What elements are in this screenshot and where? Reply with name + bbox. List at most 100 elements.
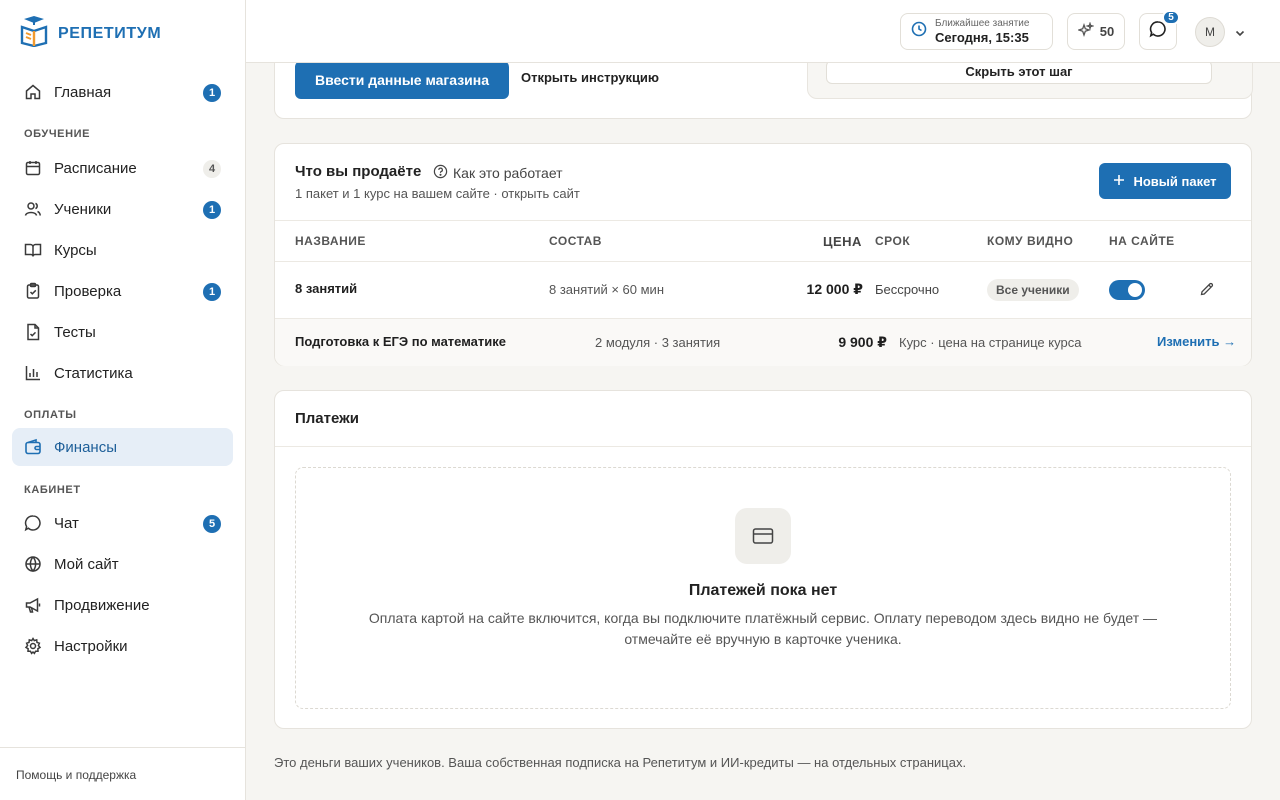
brand-name: РЕПЕТИТУМ [58,24,162,42]
sidebar-item-label: Ученики [54,200,112,218]
sidebar-item-home[interactable]: Главная 1 [12,73,233,111]
section-label: ОПЛАТЫ [24,409,77,421]
sidebar-item-students[interactable]: Ученики 1 [12,190,233,228]
chat-unread-badge: 5 [1162,10,1180,25]
footnote: Это деньги ваших учеников. Ваша собствен… [274,755,967,770]
toggle-knob [1128,283,1142,297]
package-content: 8 занятий × 60 мин [549,282,664,297]
course-content: 2 модуля · 3 занятия [595,335,721,350]
sidebar: РЕПЕТИТУМ Главная 1 ОБУЧЕНИЕ Расписание … [0,0,246,800]
sidebar-item-label: Статистика [54,364,133,382]
next-lesson-time: Сегодня, 15:35 [935,29,1029,45]
count-badge: 1 [203,201,221,219]
products-card: Что вы продаёте Как это работает 1 пакет… [274,143,1252,366]
book-icon [24,241,42,259]
package-name: 8 занятий [295,281,358,296]
sidebar-item-label: Расписание [54,159,137,177]
count-badge: 5 [203,515,221,533]
divider [275,220,1251,221]
sidebar-item-courses[interactable]: Курсы [12,231,233,269]
sparkles-icon [1076,21,1095,41]
sidebar-item-label: Настройки [54,637,128,655]
bar-chart-icon [24,364,42,382]
chevron-down-icon[interactable] [1234,26,1246,44]
sidebar-item-tests[interactable]: Тесты [12,313,233,351]
sidebar-item-settings[interactable]: Настройки [12,627,233,665]
megaphone-icon [24,596,42,614]
clipboard-check-icon [24,282,42,300]
sidebar-item-promotion[interactable]: Продвижение [12,586,233,624]
edit-course-link[interactable]: Изменить → [1157,334,1236,349]
sidebar-item-chat[interactable]: Чат 5 [12,504,233,542]
next-lesson-widget[interactable]: Ближайшее занятие Сегодня, 15:35 [900,13,1053,50]
course-price: 9 900 ₽ [838,334,887,350]
chat-icon [24,514,42,532]
package-price: 12 000 ₽ [806,281,863,297]
sidebar-item-label: Тесты [54,323,96,341]
calendar-icon [24,159,42,177]
credits-count: 50 [1099,24,1115,39]
plus-icon [1113,174,1125,189]
products-subtitle: 1 пакет и 1 курс на вашем сайте · открыт… [295,186,580,201]
sidebar-item-label: Курсы [54,241,97,259]
enter-store-data-button[interactable]: Ввести данные магазина [295,61,509,99]
table-row[interactable]: Подготовка к ЕГЭ по математике 2 модуля … [275,319,1251,366]
column-header-term: СРОК [875,234,911,248]
column-header-content: СОСТАВ [549,234,602,248]
empty-state-text: Оплата картой на сайте включится, когда … [368,610,1158,647]
empty-state-title: Платежей пока нет [688,582,838,599]
topbar: Ближайшее занятие Сегодня, 15:35 50 5 М [246,0,1280,63]
users-icon [24,200,42,218]
next-lesson-label: Ближайшее занятие [935,17,1030,29]
globe-icon [24,555,42,573]
help-circle-icon [433,164,448,182]
divider [275,446,1251,447]
column-header-on-site: НА САЙТЕ [1109,234,1175,248]
sidebar-item-label: Продвижение [54,596,150,614]
payments-title: Платежи [295,410,359,427]
new-package-label: Новый пакет [1133,173,1217,189]
how-it-works-link[interactable]: Как это работает [433,164,563,182]
divider [275,261,1251,262]
logo-icon [20,15,48,52]
section-label: КАБИНЕТ [24,484,81,496]
payments-card: Платежи Платежей пока нет Оплата картой … [274,390,1252,729]
sidebar-item-schedule[interactable]: Расписание 4 [12,149,233,187]
edit-pencil-icon[interactable] [1199,281,1215,302]
column-header-price: ЦЕНА [823,234,862,249]
products-title: Что вы продаёте [295,163,422,180]
avatar[interactable]: М [1195,17,1225,47]
visibility-badge: Все ученики [987,279,1079,301]
home-icon [24,83,42,101]
course-name: Подготовка к ЕГЭ по математике [295,334,506,349]
open-instruction-link[interactable]: Открыть инструкцию [521,70,659,85]
credit-card-icon [735,508,791,564]
sidebar-item-label: Мой сайт [54,555,119,573]
column-header-name: НАЗВАНИЕ [295,234,366,248]
gear-icon [24,637,42,655]
sidebar-item-label: Финансы [54,438,117,456]
section-label: ОБУЧЕНИЕ [24,128,91,140]
count-badge: 1 [203,283,221,301]
skip-step-button[interactable]: Скрыть этот шаг [826,60,1212,84]
course-term: Курс · цена на странице курса [899,335,1082,350]
help-support-link[interactable]: Помощь и поддержка [0,747,245,800]
sidebar-item-review[interactable]: Проверка 1 [12,272,233,310]
column-header-visibility: КОМУ ВИДНО [987,234,1074,248]
new-package-button[interactable]: Новый пакет [1099,163,1231,199]
sidebar-item-my-site[interactable]: Мой сайт [12,545,233,583]
count-badge: 1 [203,84,221,102]
clock-icon [911,21,927,42]
brand-logo[interactable]: РЕПЕТИТУМ [20,15,161,52]
sidebar-item-label: Чат [54,514,79,532]
ai-credits-button[interactable]: 50 [1067,13,1125,50]
test-file-icon [24,323,42,341]
package-term: Бессрочно [875,282,940,297]
payments-empty-state: Платежей пока нет Оплата картой на сайте… [295,467,1231,709]
sidebar-item-finance[interactable]: Финансы [12,428,233,466]
count-badge: 4 [203,160,221,178]
sidebar-item-label: Проверка [54,282,122,300]
how-it-works-label: Как это работает [453,165,563,181]
on-site-toggle[interactable] [1109,280,1145,300]
sidebar-item-stats[interactable]: Статистика [12,354,233,392]
